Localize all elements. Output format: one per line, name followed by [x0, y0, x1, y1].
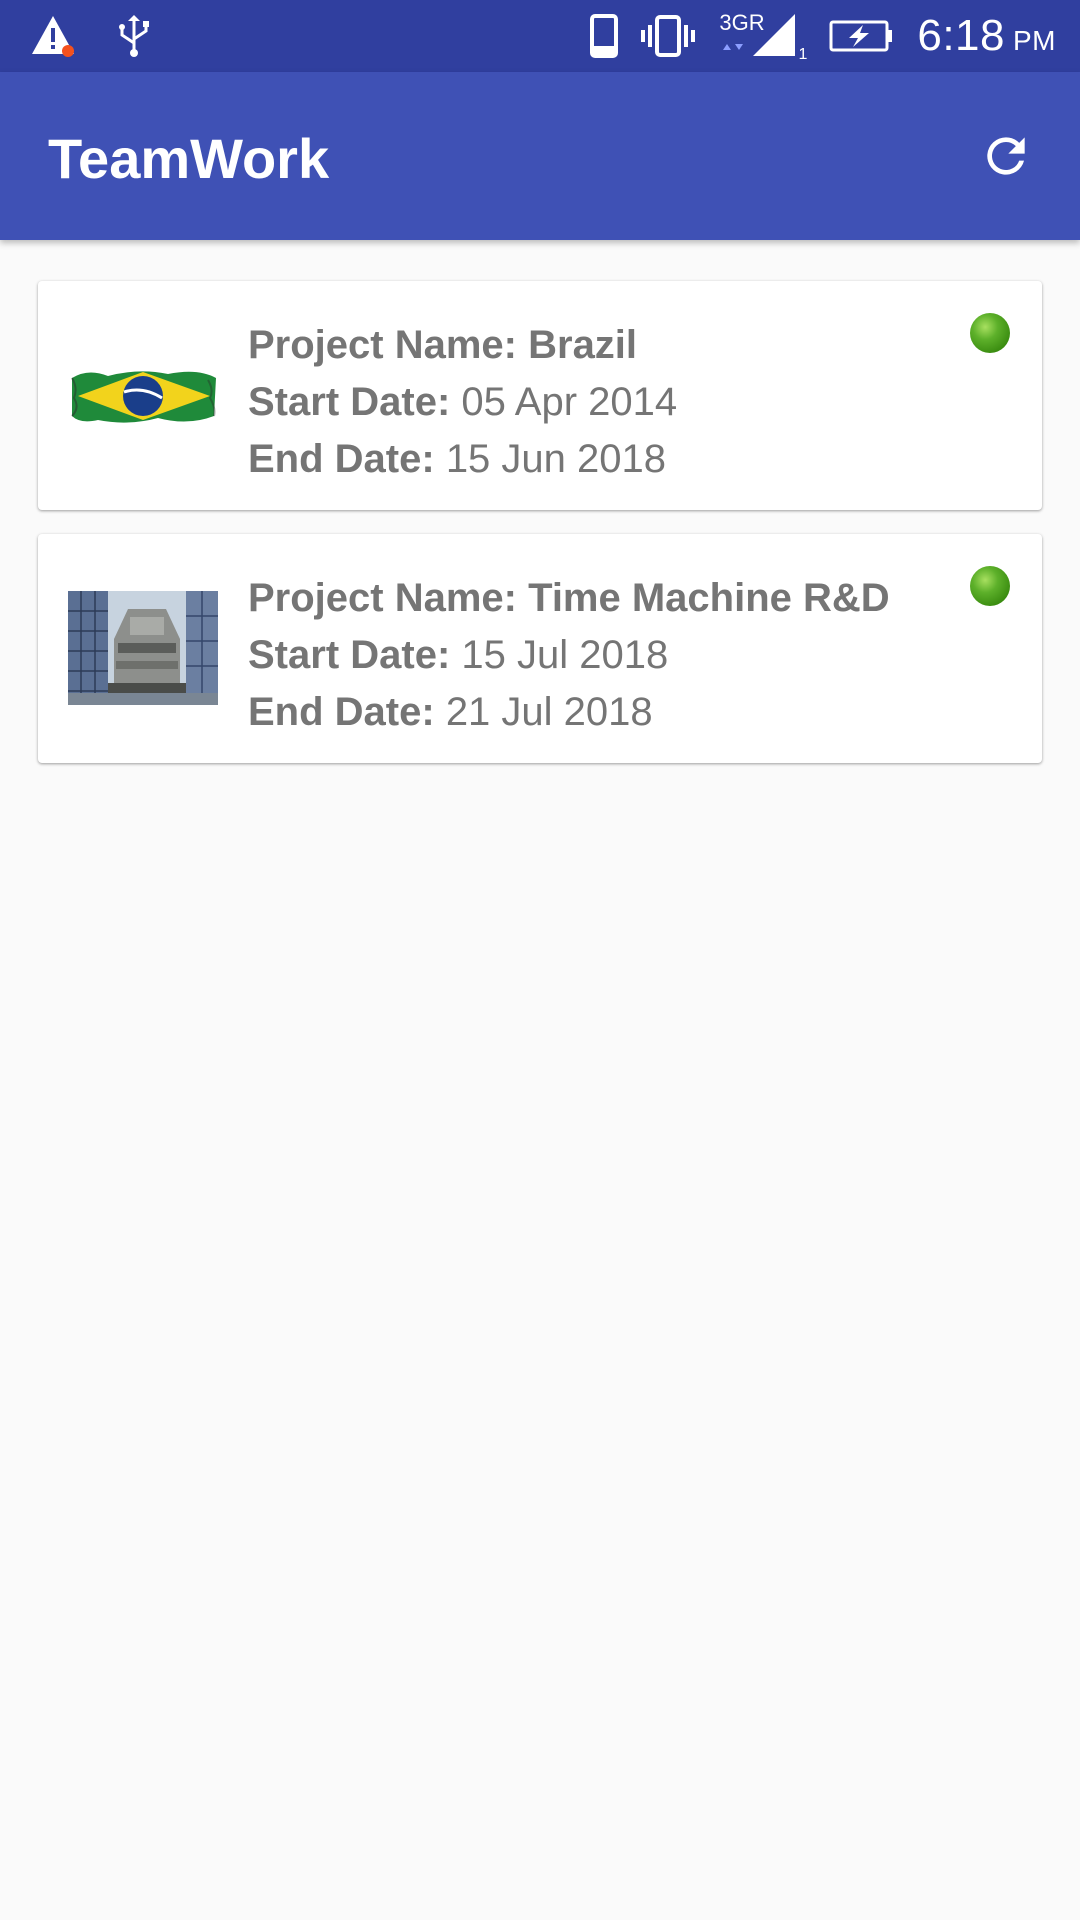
project-info: Project Name: Brazil Start Date: 05 Apr … [248, 317, 968, 488]
app-title: TeamWork [48, 127, 330, 190]
status-indicator-dot [970, 566, 1010, 606]
app-bar: TeamWork [0, 72, 1080, 240]
project-name-value: Brazil [528, 323, 638, 367]
status-time: 6:18 PM [917, 11, 1056, 61]
time-machine-image [68, 591, 218, 705]
battery-charging-icon [829, 16, 895, 56]
vibrate-icon [641, 13, 696, 59]
status-indicator-dot [970, 313, 1010, 353]
end-date-row: End Date: 15 Jun 2018 [248, 431, 968, 488]
brazil-flag-image [68, 338, 218, 452]
warning-icon [30, 13, 76, 59]
refresh-button[interactable] [972, 122, 1040, 190]
phone-icon [589, 13, 619, 59]
project-name-label: Project Name: [248, 576, 517, 620]
network-type-label: 3GR [719, 10, 765, 35]
start-date-value: 15 Jul 2018 [461, 633, 669, 677]
refresh-icon [987, 137, 1025, 175]
start-date-label: Start Date: [248, 633, 451, 677]
start-date-value: 05 Apr 2014 [461, 380, 678, 424]
project-name-row: Project Name: Time Machine R&D [248, 570, 968, 627]
sim-slot-label: 1 [798, 46, 808, 63]
start-date-row: Start Date: 15 Jul 2018 [248, 627, 968, 684]
status-bar-right: 3GR 1 6:18 PM [589, 0, 1056, 72]
end-date-row: End Date: 21 Jul 2018 [248, 684, 968, 741]
status-bar-left [30, 12, 152, 60]
project-name-label: Project Name: [248, 323, 517, 367]
project-name-value: Time Machine R&D [528, 576, 890, 620]
clock-time: 6:18 [917, 11, 1005, 60]
project-card-time-machine[interactable]: Project Name: Time Machine R&D Start Dat… [38, 534, 1042, 763]
end-date-label: End Date: [248, 437, 435, 481]
project-card-brazil[interactable]: Project Name: Brazil Start Date: 05 Apr … [38, 281, 1042, 510]
end-date-label: End Date: [248, 690, 435, 734]
start-date-row: Start Date: 05 Apr 2014 [248, 374, 968, 431]
end-date-value: 15 Jun 2018 [445, 437, 667, 481]
signal-icon: 3GR 1 [717, 8, 807, 64]
start-date-label: Start Date: [248, 380, 451, 424]
clock-ampm: PM [1013, 25, 1056, 56]
status-bar: 3GR 1 6:18 PM [0, 0, 1080, 72]
usb-icon [116, 13, 152, 59]
project-info: Project Name: Time Machine R&D Start Dat… [248, 570, 968, 741]
end-date-value: 21 Jul 2018 [445, 690, 653, 734]
project-name-row: Project Name: Brazil [248, 317, 968, 374]
project-list: Project Name: Brazil Start Date: 05 Apr … [38, 281, 1042, 787]
